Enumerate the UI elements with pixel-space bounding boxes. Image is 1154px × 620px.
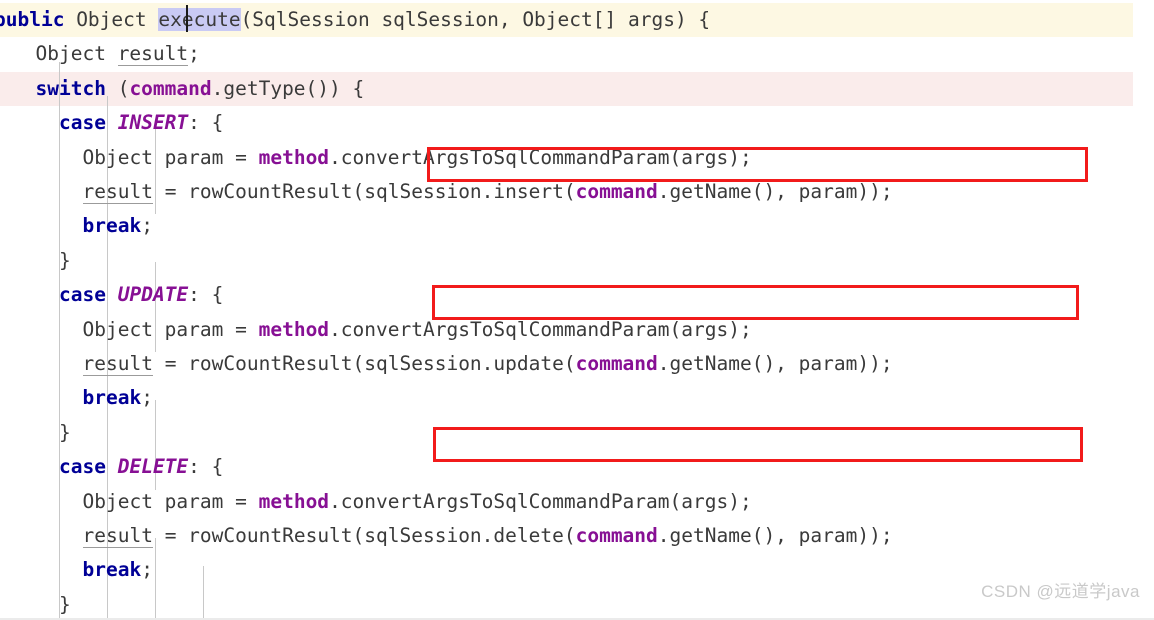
code-line-11[interactable]: break; [0,381,1154,415]
keyword-token-16-0: break [82,558,142,582]
token-15-1: = rowCountResult(sqlSession.delete( [152,524,576,547]
keyword-token-3-0: case [59,111,106,135]
token-14-0: Object param = [82,489,259,513]
keyword-token-11-0: break [82,386,142,410]
update-call-box [432,285,1079,320]
token-0-1: Object [64,8,159,31]
local-variable-token-1-1: result [117,42,189,67]
csdn-watermark: CSDN @远道学java [981,582,1140,601]
field-token-9-1: method [258,317,330,341]
code-line-0[interactable]: public Object execute(SqlSession sqlSess… [0,3,1154,37]
keyword-token-13-0: case [59,455,106,479]
token-8-3: : { [188,283,224,307]
keyword-token-6-0: break [82,214,142,238]
token-10-3: .getName(), param)); [657,352,893,375]
local-variable-token-15-0: result [82,524,153,548]
local-variable-token-5-0: result [82,180,153,204]
token-9-2: .convertArgsToSqlCommandParam(args); [329,317,752,341]
enum-constant-token-13-2: DELETE [117,455,189,479]
delete-call-box [433,427,1083,462]
enum-constant-token-3-2: INSERT [117,111,189,135]
token-2-1: ( [105,76,130,100]
token-17-0: } [59,592,71,616]
selected-identifier-0-2[interactable]: execute [158,8,241,31]
field-token-2-2: command [129,76,212,100]
code-line-3[interactable]: case INSERT: { [0,106,1154,140]
field-token-14-1: method [258,489,330,513]
token-0-3: (SqlSession sqlSession, Object[] args) { [240,8,711,31]
token-8-1 [106,283,118,306]
code-line-7[interactable]: } [0,244,1154,278]
code-line-1[interactable]: Object result; [0,37,1154,71]
code-line-2[interactable]: switch (command.getType()) { [0,72,1154,106]
code-line-10[interactable]: result = rowCountResult(sqlSession.updat… [0,347,1154,381]
token-15-3: .getName(), param)); [657,524,893,547]
token-10-1: = rowCountResult(sqlSession.update( [152,352,576,375]
token-9-0: Object param = [82,317,259,341]
token-14-2: .convertArgsToSqlCommandParam(args); [329,489,752,513]
field-token-15-2: command [575,524,658,547]
token-11-1: ; [141,386,153,410]
local-variable-token-10-0: result [82,352,153,376]
text-caret [186,5,188,32]
token-16-1: ; [141,558,153,582]
code-line-15[interactable]: result = rowCountResult(sqlSession.delet… [0,519,1154,553]
keyword-token-0-0: public [0,8,65,31]
token-3-3: : { [188,111,224,135]
field-token-4-1: method [258,145,330,169]
keyword-token-2-0: switch [35,76,106,100]
token-5-1: = rowCountResult(sqlSession.insert( [152,180,576,203]
code-line-14[interactable]: Object param = method.convertArgsToSqlCo… [0,485,1154,519]
token-1-2: ; [188,42,200,66]
token-13-1 [106,455,118,478]
token-6-1: ; [141,214,153,238]
enum-constant-token-8-2: UPDATE [117,283,189,307]
token-7-0: } [59,248,71,272]
code-line-6[interactable]: break; [0,209,1154,243]
token-5-3: .getName(), param)); [657,180,893,203]
code-editor[interactable]: public Object execute(SqlSession sqlSess… [0,0,1154,620]
field-token-5-2: command [575,180,658,203]
token-3-1 [106,111,118,134]
keyword-token-8-0: case [59,283,106,307]
insert-call-box [427,147,1088,182]
field-token-10-2: command [575,352,658,375]
token-12-0: } [59,420,71,444]
token-2-3: .getType()) { [211,76,365,100]
token-13-3: : { [188,455,224,479]
token-4-0: Object param = [82,145,259,169]
code-area[interactable]: public Object execute(SqlSession sqlSess… [0,0,1154,620]
token-1-0: Object [35,42,118,66]
